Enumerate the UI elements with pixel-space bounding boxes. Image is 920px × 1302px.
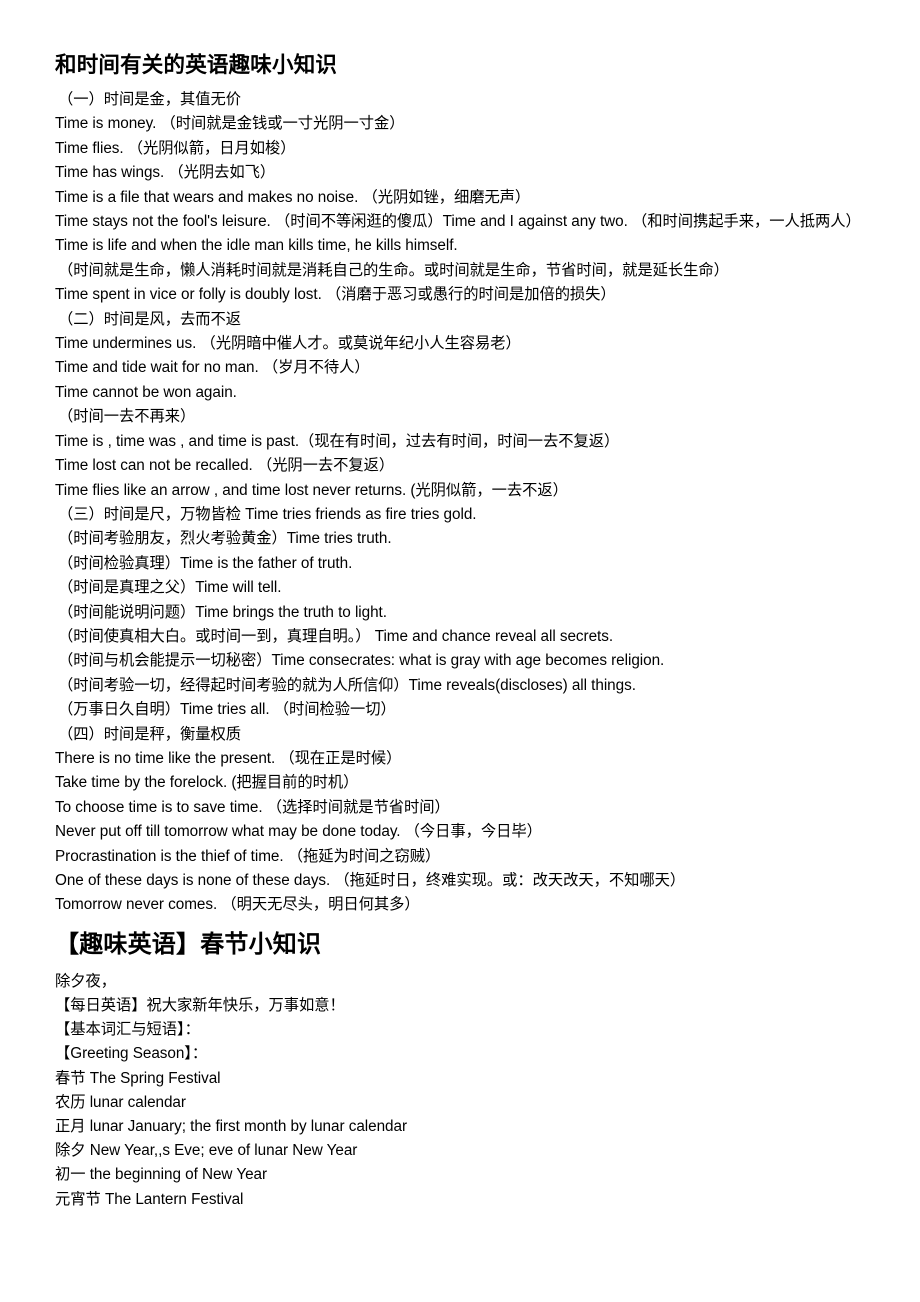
idiom-line: （四）时间是秤，衡量权质 bbox=[58, 725, 241, 743]
spring-festival-section: 【趣味英语】春节小知识 除夕夜， 【每日英语】祝大家新年快乐，万事如意！ 【基本词汇… bbox=[55, 928, 880, 1212]
idiom-line: （时间考验朋友，烈火考验黄金）Time tries truth. bbox=[58, 530, 392, 548]
idiom-line: Time flies. （光阴似箭，日月如梭） bbox=[55, 139, 296, 157]
idiom-line: （时间使真相大白。或时间一到，真理自明。） Time and chance re… bbox=[58, 627, 614, 645]
idiom-line: One of these days is none of these days.… bbox=[55, 872, 686, 889]
idiom-line: To choose time is to save time. （选择时间就是节… bbox=[55, 798, 450, 816]
idiom-line: Time and tide wait for no man. （岁月不待人） bbox=[55, 359, 370, 377]
vocab-line: 【Greeting Season】： bbox=[55, 1045, 208, 1063]
vocab-line: 【每日英语】祝大家新年快乐，万事如意！ bbox=[55, 997, 345, 1015]
idiom-line: （万事日久自明）Time tries all. （时间检验一切） bbox=[58, 701, 396, 719]
vocab-line: 初一 the beginning of New Year bbox=[55, 1166, 268, 1184]
idiom-line: Time flies like an arrow , and time lost… bbox=[55, 481, 568, 499]
idiom-line: （时间能说明问题）Time brings the truth to light. bbox=[58, 603, 387, 621]
idiom-line: There is no time like the present. （现在正是… bbox=[55, 749, 402, 767]
idiom-line: Time cannot be won again. bbox=[55, 383, 237, 401]
idiom-line: Time spent in vice or folly is doubly lo… bbox=[55, 286, 616, 304]
idiom-line: Tomorrow never comes. （明天无尽头，明日何其多） bbox=[55, 896, 420, 914]
idiom-line: Time is , time was , and time is past.（现… bbox=[55, 432, 620, 450]
idiom-line: Time is money. （时间就是金钱或一寸光阴一寸金） bbox=[55, 115, 405, 133]
section-title-spring-festival: 【趣味英语】春节小知识 bbox=[55, 930, 322, 958]
vocab-line: 正月 lunar January; the first month by lun… bbox=[55, 1118, 407, 1136]
idiom-line: Procrastination is the thief of time. （拖… bbox=[55, 847, 441, 865]
idiom-line: （时间就是生命，懒人消耗时间就是消耗自己的生命。或时间就是生命，节省时间，就是延… bbox=[58, 261, 729, 279]
idiom-line: （时间一去不再来） bbox=[58, 408, 196, 426]
idiom-line: Time is life and when the idle man kills… bbox=[55, 237, 458, 255]
time-idioms-list: （一）时间是金，其值无价 Time is money. （时间就是金钱或一寸光阴一… bbox=[55, 88, 880, 918]
idiom-line: Time undermines us. （光阴暗中催人才。或莫说年纪小人生容易老… bbox=[55, 335, 521, 353]
idiom-line: （三）时间是尺，万物皆检 Time tries friends as fire … bbox=[58, 505, 477, 523]
idiom-line: Take time by the forelock. (把握目前的时机） bbox=[55, 774, 359, 792]
idiom-line: （时间是真理之父）Time will tell. bbox=[58, 579, 282, 597]
idiom-line: Time lost can not be recalled. （光阴一去不复返） bbox=[55, 457, 395, 475]
idiom-line: （二）时间是风，去而不返 bbox=[58, 310, 241, 328]
idiom-line: Time has wings. （光阴去如飞） bbox=[55, 164, 276, 182]
time-idioms-section: 和时间有关的英语趣味小知识 （一）时间是金，其值无价 Time is money.… bbox=[55, 50, 880, 918]
vocab-line: 除夕夜， bbox=[55, 972, 116, 990]
idiom-line: Time is a file that wears and makes no n… bbox=[55, 188, 531, 206]
vocab-line: 元宵节 The Lantern Festival bbox=[55, 1190, 244, 1208]
page-title: 和时间有关的英语趣味小知识 bbox=[55, 53, 338, 77]
idiom-line: （时间考验一切，经得起时间考验的就为人所信仰）Time reveals(disc… bbox=[58, 676, 636, 694]
vocab-line: 【基本词汇与短语】： bbox=[55, 1021, 200, 1039]
idiom-line: （时间与机会能提示一切秘密）Time consecrates: what is … bbox=[58, 652, 665, 670]
spring-festival-vocab-list: 除夕夜， 【每日英语】祝大家新年快乐，万事如意！ 【基本词汇与短语】： 【Greeti… bbox=[55, 970, 880, 1212]
vocab-line: 春节 The Spring Festival bbox=[55, 1069, 221, 1087]
document-page: 和时间有关的英语趣味小知识 （一）时间是金，其值无价 Time is money.… bbox=[0, 0, 920, 1302]
idiom-line: （一）时间是金，其值无价 bbox=[58, 91, 241, 108]
idiom-line: （时间检验真理）Time is the father of truth. bbox=[58, 554, 353, 572]
idiom-line: Time stays not the fool's leisure. （时间不等… bbox=[55, 213, 861, 231]
vocab-line: 农历 lunar calendar bbox=[55, 1093, 186, 1111]
idiom-line: Never put off till tomorrow what may be … bbox=[55, 823, 542, 841]
vocab-line: 除夕 New Year,,s Eve; eve of lunar New Yea… bbox=[55, 1142, 358, 1160]
